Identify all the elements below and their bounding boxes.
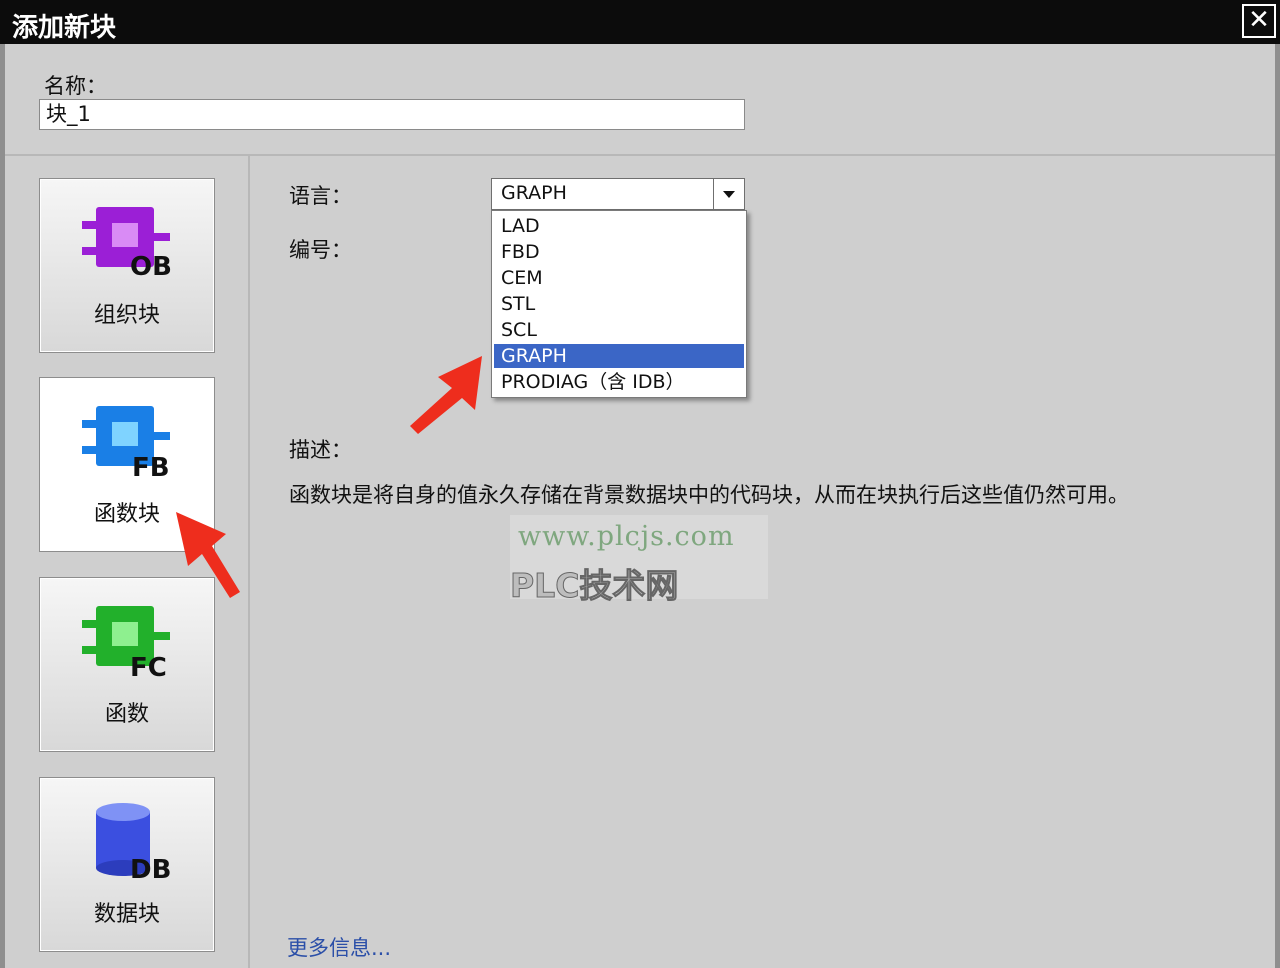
language-option-fbd[interactable]: FBD [494,240,744,264]
ob-label: 组织块 [93,303,160,328]
fc-badge: FC [130,653,167,682]
fc-block-button[interactable]: FC 函数 [39,577,215,752]
horizontal-divider [5,154,1275,156]
fb-badge: FB [132,453,170,482]
db-block-button[interactable]: DB 数据块 [39,777,215,952]
language-dropdown: LAD FBD CEM STL SCL GRAPH PRODIAG（含 IDB） [491,210,747,398]
frame-right [1275,44,1280,968]
language-label: 语言： [289,184,352,208]
window-title: 添加新块 [12,13,117,43]
more-info-link[interactable]: 更多信息... [287,932,391,962]
language-option-cem[interactable]: CEM [494,266,744,290]
watermark-url: www.plcjs.com [518,521,735,552]
description-text: 函数块是将自身的值永久存储在背景数据块中的代码块，从而在块执行后这些值仍然可用。 [289,483,1129,507]
language-option-scl[interactable]: SCL [494,318,744,342]
db-label: 数据块 [93,902,160,927]
fb-label: 函数块 [93,502,160,527]
language-option-stl[interactable]: STL [494,292,744,316]
language-option-graph[interactable]: GRAPH [494,344,744,368]
vertical-divider [248,156,250,968]
name-input[interactable]: 块_1 [39,99,745,130]
language-selected-value: GRAPH [501,182,567,204]
ob-block-button[interactable]: OB 组织块 [39,178,215,353]
language-option-lad[interactable]: LAD [494,214,744,238]
ob-icon: OB [82,207,172,282]
ob-badge: OB [130,252,172,282]
fc-label: 函数 [104,702,149,727]
language-select[interactable]: GRAPH [491,178,745,210]
description-label: 描述： [289,438,352,462]
name-label: 名称： [44,74,107,98]
db-icon: DB [96,803,171,882]
annotation-arrow-icon [410,356,482,434]
title-bar: 添加新块 ✕ [0,0,1280,44]
watermark-brand: PLC技术网 [509,566,679,606]
number-label: 编号： [289,238,352,262]
chevron-down-icon[interactable] [713,179,744,209]
frame-left [0,44,5,968]
fb-icon: FB [82,406,170,482]
fc-icon: FC [82,606,170,682]
language-option-prodiag[interactable]: PRODIAG（含 IDB） [494,370,744,394]
watermark: www.plcjs.com PLC技术网 [509,515,768,606]
fb-block-button[interactable]: FB 函数块 [39,377,215,552]
close-icon[interactable]: ✕ [1242,4,1276,38]
db-badge: DB [130,855,171,882]
